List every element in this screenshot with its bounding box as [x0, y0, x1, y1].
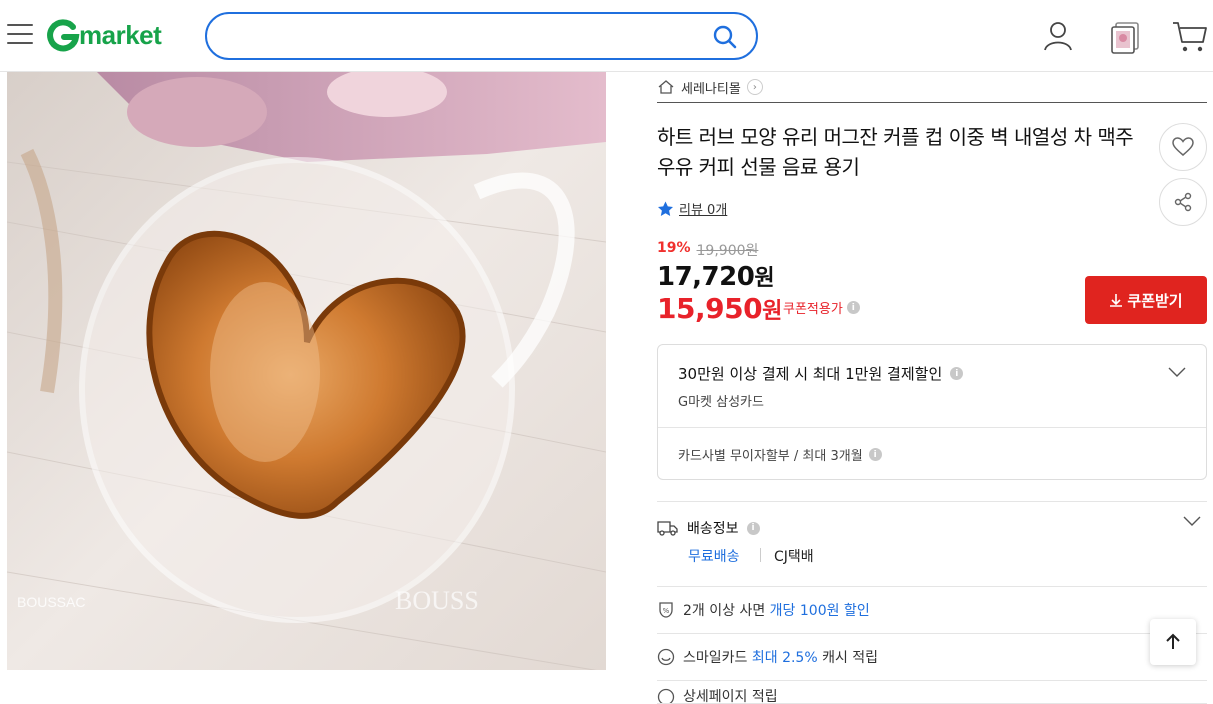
cart-icon[interactable] — [1172, 18, 1208, 54]
info-icon[interactable]: i — [869, 448, 882, 461]
chevron-down-icon[interactable] — [1168, 367, 1186, 377]
smile-card-prefix: 스마일카드 — [683, 650, 752, 666]
search-input[interactable] — [225, 23, 695, 49]
card-discount-title: 30만원 이상 결제 시 최대 1만원 결제할인 i — [678, 363, 963, 384]
point-icon — [657, 688, 675, 704]
sale-price-number: 17,720 — [657, 262, 754, 292]
chevron-down-icon[interactable] — [1183, 516, 1201, 526]
share-button[interactable] — [1159, 178, 1207, 226]
g-logo-icon — [46, 18, 80, 52]
free-shipping-label: 무료배송 — [688, 546, 740, 566]
wishlist-button[interactable] — [1159, 123, 1207, 171]
sale-price-unit: 원 — [754, 266, 774, 291]
smile-card-row: 스마일카드 최대 2.5% 캐시 적립 — [657, 634, 1207, 681]
coupon-applied-text: 쿠폰적용가 — [783, 298, 843, 317]
discount-tag-icon: % — [657, 601, 675, 619]
scroll-top-button[interactable] — [1150, 619, 1196, 665]
installment-text: 카드사별 무이자할부 / 최대 3개월 — [678, 445, 863, 464]
product-title: 하트 러브 모양 유리 머그잔 커플 컵 이중 벽 내열성 차 맥주 우유 커피… — [657, 122, 1147, 182]
smile-card-text: 스마일카드 최대 2.5% 캐시 적립 — [683, 647, 878, 667]
installment-row: 카드사별 무이자할부 / 최대 3개월 i — [678, 445, 882, 464]
info-icon[interactable]: i — [747, 522, 760, 535]
review-summary[interactable]: 리뷰 0개 — [657, 199, 727, 218]
bulk-discount-prefix: 2개 이상 사면 — [683, 603, 770, 619]
header: market — [0, 0, 1213, 72]
discount-rate: 19% — [657, 240, 691, 260]
truck-icon — [657, 520, 679, 536]
product-info-panel: 세레나티몰 › 하트 러브 모양 유리 머그잔 커플 컵 이중 벽 내열성 차 … — [657, 72, 1207, 103]
heart-icon — [1172, 137, 1194, 157]
card-discount-row[interactable]: 30만원 이상 결제 시 최대 1만원 결제할인 i G마켓 삼성카드 — [658, 345, 1206, 428]
store-name[interactable]: 세레나티몰 — [681, 78, 741, 97]
shipping-info: 배송정보 i 무료배송 CJ택배 — [657, 501, 1207, 587]
coupon-applied-label: 쿠폰적용가 i — [783, 298, 860, 317]
smile-card-suffix: 캐시 적립 — [818, 650, 878, 666]
coupon-price-number: 15,950 — [657, 292, 762, 325]
share-icon — [1173, 192, 1193, 212]
user-icon[interactable] — [1040, 18, 1076, 54]
courier-name: CJ택배 — [774, 546, 814, 566]
original-price: 19,900원 — [697, 240, 759, 260]
divider — [760, 548, 761, 562]
card-name: G마켓 삼성카드 — [678, 391, 764, 410]
heart-mug-photo: BOUSSAC BOUSS — [7, 72, 606, 670]
discount-row: 19% 19,900원 — [657, 240, 758, 260]
sale-price: 17,720원 — [657, 260, 774, 292]
svg-text:%: % — [663, 607, 670, 615]
search-bar[interactable] — [205, 12, 758, 60]
search-icon[interactable] — [712, 24, 738, 50]
logo-text: market — [79, 20, 161, 51]
bulk-discount-highlight: 개당 100원 할인 — [770, 603, 870, 619]
product-image[interactable]: BOUSSAC BOUSS — [7, 72, 606, 670]
image-watermark-left: BOUSSAC — [17, 594, 85, 610]
bulk-discount-row: % 2개 이상 사면 개당 100원 할인 — [657, 587, 1207, 634]
card-benefit-box: 30만원 이상 결제 시 최대 1만원 결제할인 i G마켓 삼성카드 카드사별… — [657, 344, 1207, 480]
coupon-price: 15,950원 — [657, 292, 782, 325]
info-icon[interactable]: i — [950, 367, 963, 380]
shipping-title-text: 배송정보 — [687, 518, 739, 538]
gmarket-logo[interactable]: market — [46, 16, 161, 54]
arrow-up-icon — [1164, 633, 1182, 651]
shipping-title: 배송정보 i — [657, 518, 760, 538]
image-watermark-right: BOUSS — [395, 586, 479, 615]
review-link[interactable]: 리뷰 0개 — [679, 199, 727, 218]
info-icon[interactable]: i — [847, 301, 860, 314]
partial-benefit-text: 상세페이지 적립 — [683, 686, 778, 704]
home-icon — [657, 79, 675, 95]
bulk-discount-text: 2개 이상 사면 개당 100원 할인 — [683, 600, 870, 620]
star-icon — [657, 201, 674, 217]
card-discount-text: 30만원 이상 결제 시 최대 1만원 결제할인 — [678, 363, 942, 384]
recent-items-icon[interactable] — [1108, 18, 1144, 54]
store-breadcrumb[interactable]: 세레나티몰 › — [657, 72, 1207, 103]
get-coupon-label: 쿠폰받기 — [1127, 290, 1182, 311]
coupon-price-unit: 원 — [762, 299, 782, 324]
menu-icon[interactable] — [7, 24, 33, 46]
smile-card-highlight: 최대 2.5% — [752, 650, 818, 666]
get-coupon-button[interactable]: 쿠폰받기 — [1085, 276, 1207, 324]
smile-icon — [657, 648, 675, 666]
chevron-right-icon[interactable]: › — [747, 79, 763, 95]
download-icon — [1109, 293, 1123, 307]
partial-benefit-row: 상세페이지 적립 — [657, 684, 1207, 704]
